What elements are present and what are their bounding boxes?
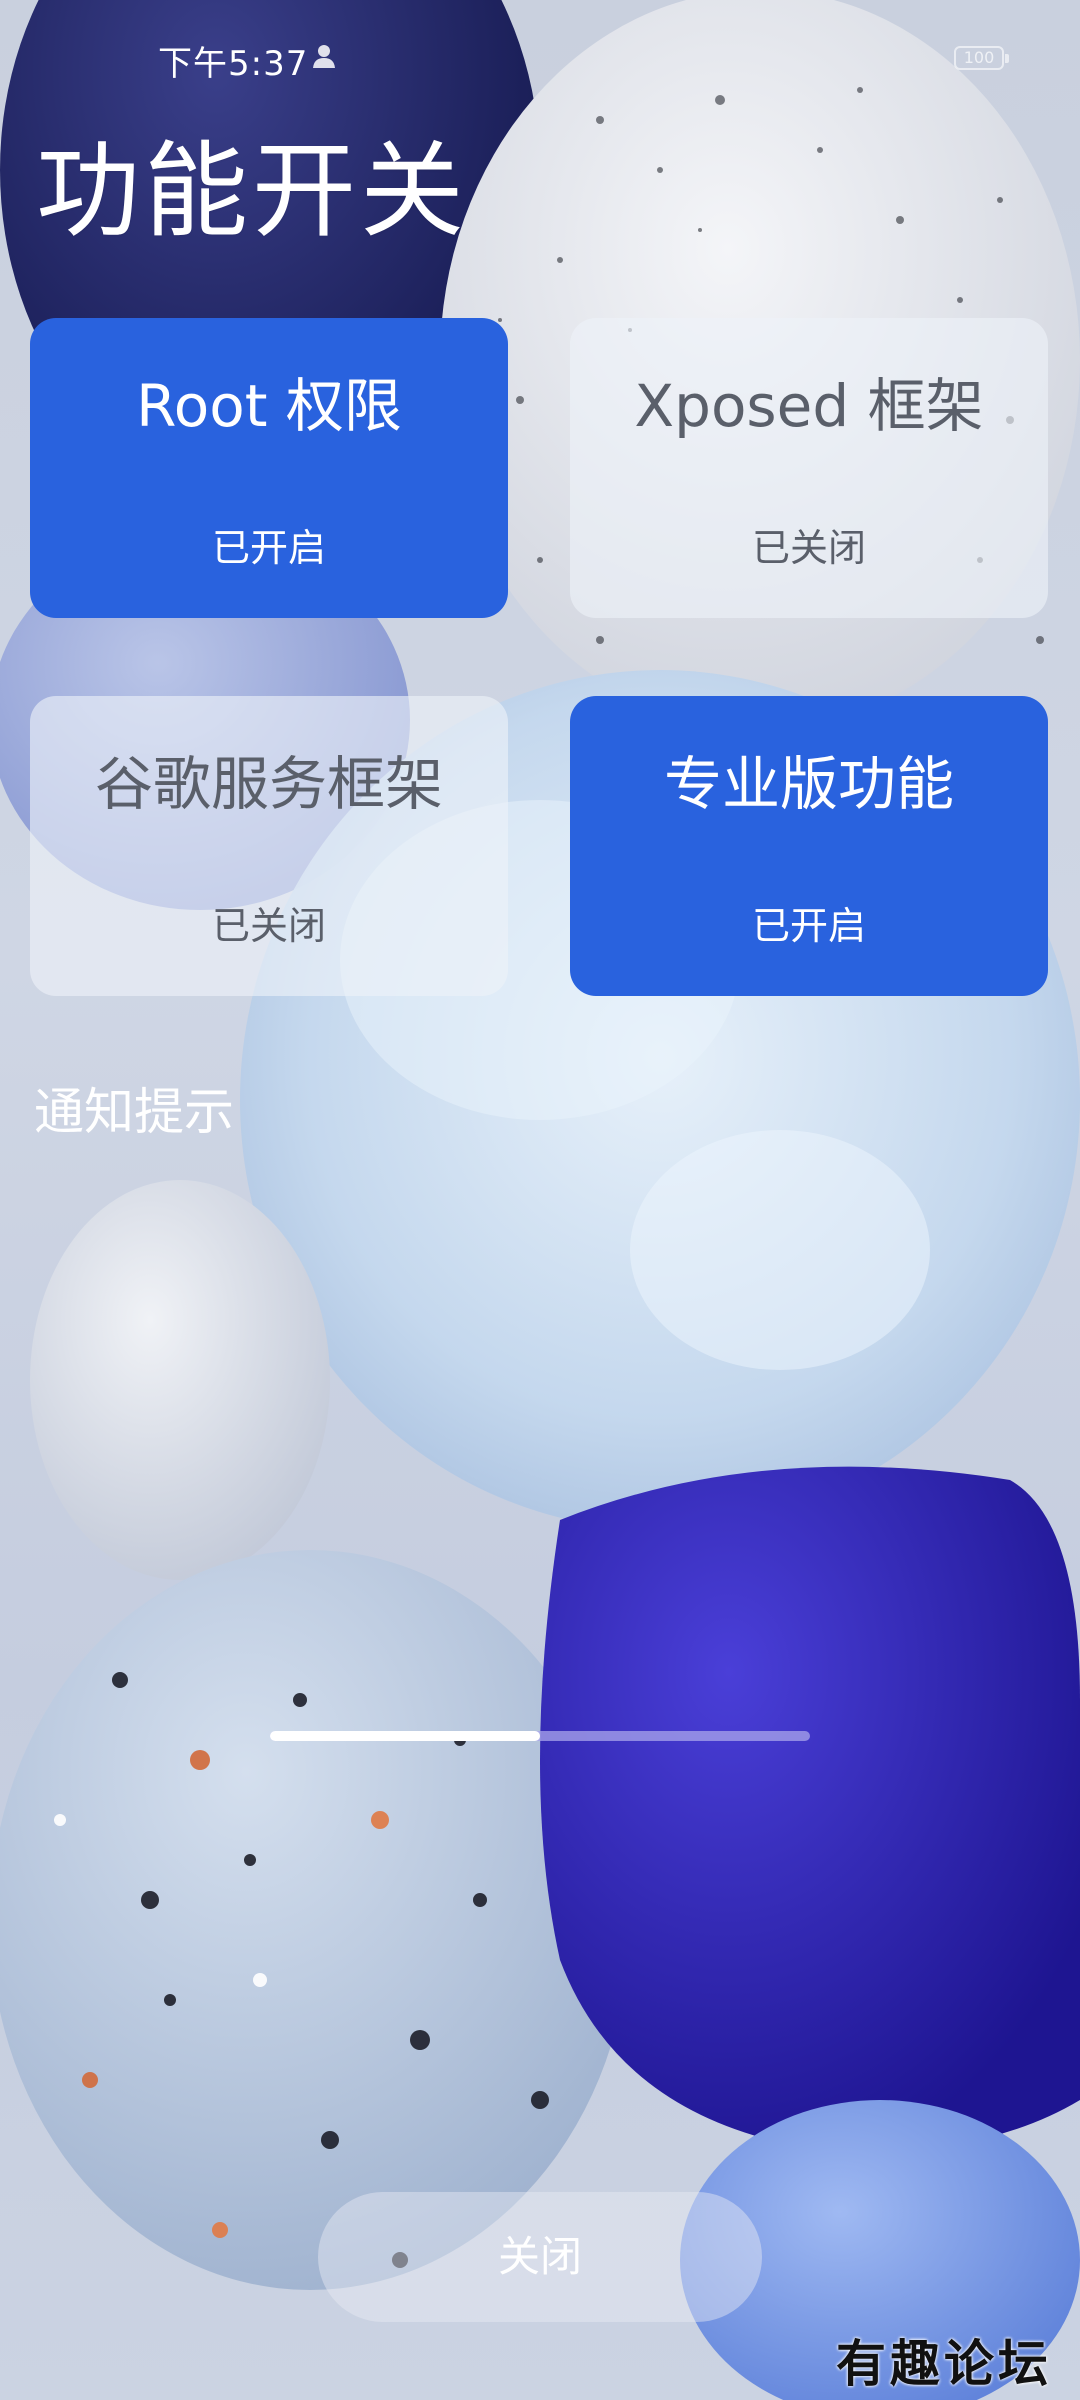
notification-section-label: 通知提示 <box>34 1083 234 1141</box>
toggle-tile-root[interactable]: Root 权限 已开启 <box>30 318 508 618</box>
tile-name: Xposed 框架 <box>634 372 984 440</box>
status-bar: 下午5:37 100 <box>0 0 1080 110</box>
tile-name: 专业版功能 <box>663 750 954 818</box>
status-time: 下午5:37 <box>158 44 309 84</box>
page-title: 功能开关 <box>36 130 469 252</box>
tile-status: 已开启 <box>211 526 326 570</box>
toggle-tile-pro-features[interactable]: 专业版功能 已开启 <box>570 696 1048 996</box>
tile-name: 谷歌服务框架 <box>94 750 443 818</box>
tile-status: 已关闭 <box>211 904 326 948</box>
scroll-indicator[interactable] <box>270 1731 810 1741</box>
tile-name: Root 权限 <box>136 372 402 440</box>
toggle-tile-xposed[interactable]: Xposed 框架 已关闭 <box>570 318 1048 618</box>
scroll-indicator-thumb[interactable] <box>270 1731 540 1741</box>
watermark-logo: 有趣论坛 <box>836 2334 1052 2393</box>
battery-icon: 100 <box>954 46 1009 70</box>
tile-status: 已关闭 <box>751 526 866 570</box>
toggle-tile-google-services[interactable]: 谷歌服务框架 已关闭 <box>30 696 508 996</box>
user-icon <box>313 45 335 68</box>
tile-status: 已开启 <box>751 904 866 948</box>
close-button[interactable]: 关闭 <box>318 2192 762 2322</box>
